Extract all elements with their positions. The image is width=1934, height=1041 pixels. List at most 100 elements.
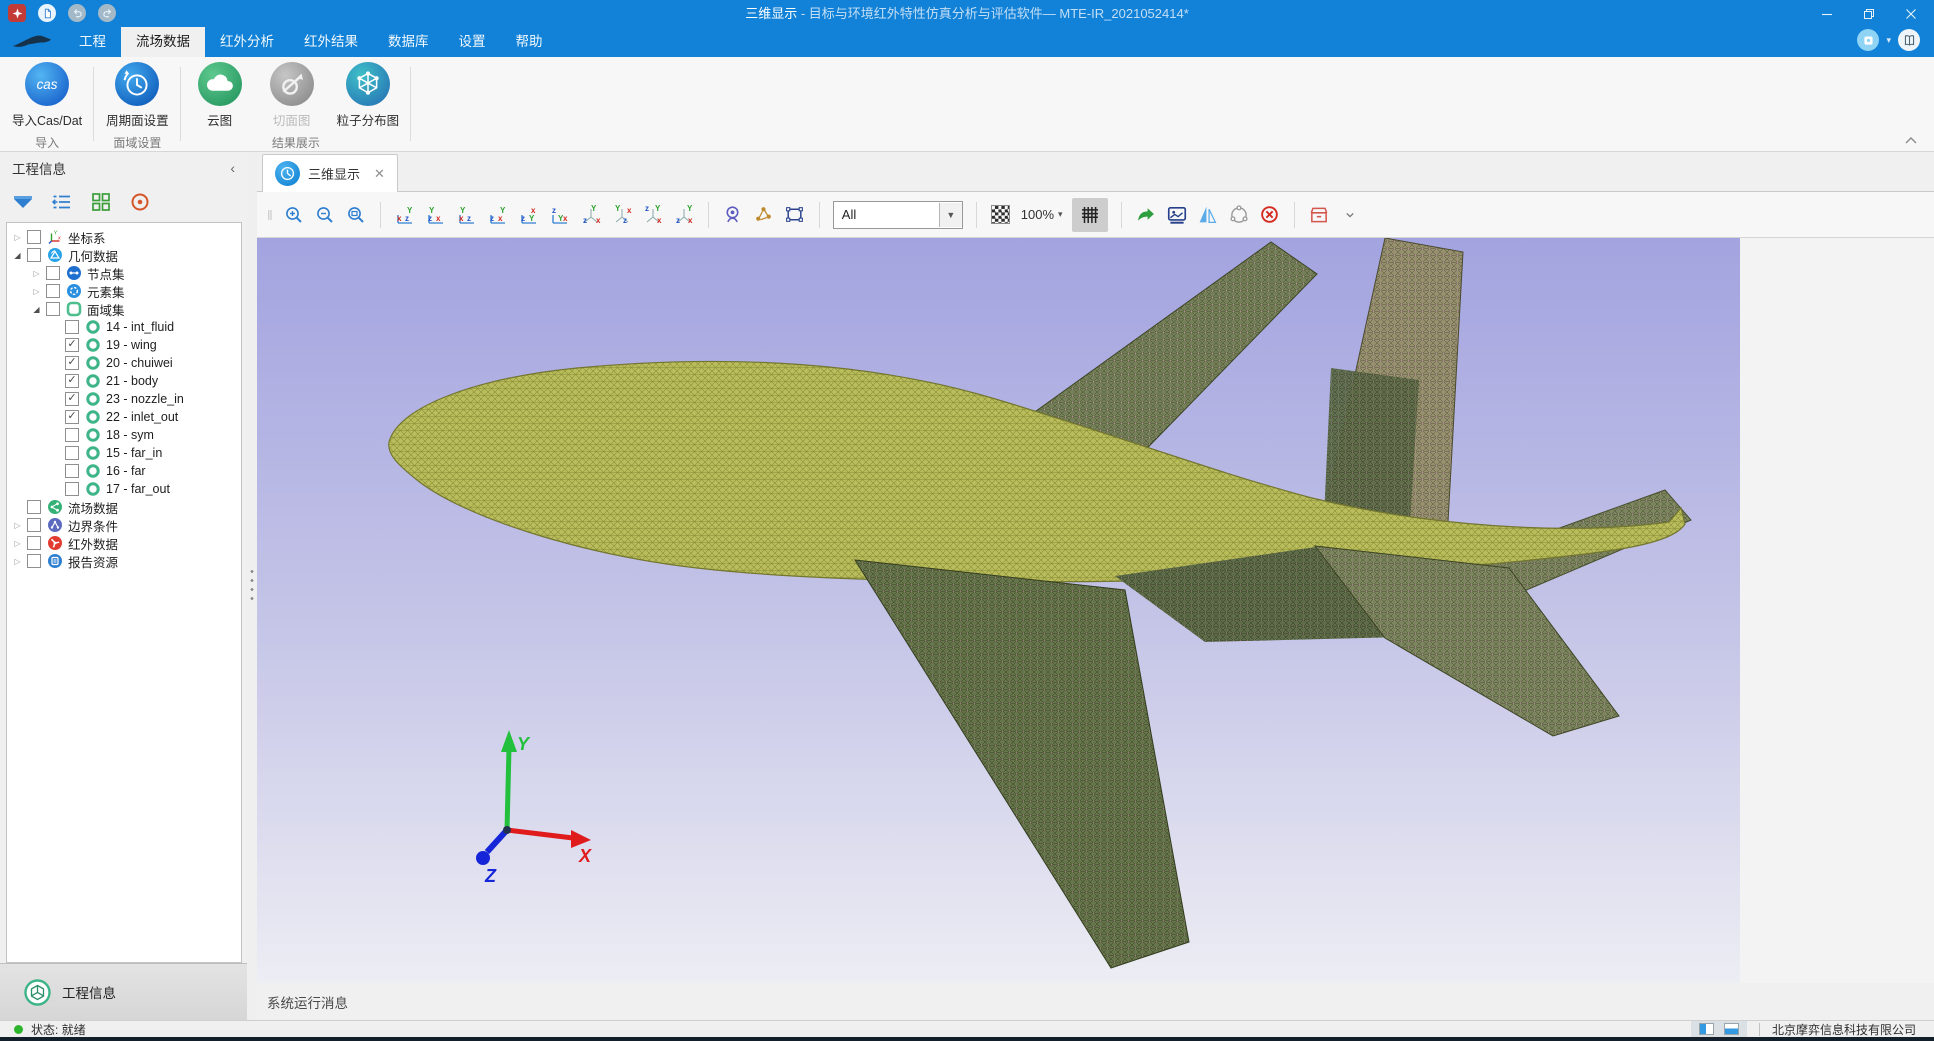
checkbox[interactable]: ✓ bbox=[65, 392, 79, 406]
viewport-3d[interactable]: Y X Z bbox=[257, 238, 1740, 983]
view-iso-2-icon[interactable]: Yxz bbox=[611, 204, 633, 226]
expand-arrow[interactable]: ▷ bbox=[30, 269, 43, 278]
filter-icon[interactable] bbox=[12, 191, 34, 213]
tree-item[interactable]: 18 - sym bbox=[7, 426, 241, 444]
checkbox[interactable] bbox=[27, 230, 41, 244]
menu-item-tab[interactable]: 红外结果 bbox=[289, 27, 373, 57]
locate-icon[interactable] bbox=[129, 191, 151, 213]
display-filter-select[interactable]: All▼ bbox=[833, 201, 963, 229]
tree-item[interactable]: ✓21 - body bbox=[7, 372, 241, 390]
checkbox[interactable] bbox=[46, 302, 60, 316]
close-button[interactable] bbox=[1890, 0, 1932, 27]
ribbon-button[interactable]: cas导入Cas/Dat bbox=[8, 62, 86, 129]
grid-view-icon[interactable] bbox=[90, 191, 112, 213]
menu-item-tab[interactable]: 数据库 bbox=[373, 27, 444, 57]
view-top-icon[interactable]: xzY bbox=[518, 204, 540, 226]
checkbox[interactable]: ✓ bbox=[65, 356, 79, 370]
package-icon[interactable] bbox=[1308, 204, 1330, 226]
tree-item[interactable]: 流场数据 bbox=[7, 498, 241, 516]
style-icon[interactable] bbox=[1898, 29, 1920, 51]
clear-icon[interactable] bbox=[1259, 204, 1281, 226]
tree-item[interactable]: ▷红外数据 bbox=[7, 534, 241, 552]
panel-splitter[interactable] bbox=[247, 152, 257, 1020]
view-iso-1-icon[interactable]: Yzx bbox=[580, 204, 602, 226]
view-back-icon[interactable]: Yzx bbox=[425, 204, 447, 226]
toolbar-grip[interactable]: ‖ bbox=[267, 207, 274, 223]
ribbon-button[interactable]: 云图 bbox=[189, 62, 251, 129]
probe-icon[interactable] bbox=[722, 204, 744, 226]
ribbon-collapse-icon[interactable] bbox=[1904, 135, 1918, 145]
tree-item[interactable]: ▷节点集 bbox=[7, 264, 241, 282]
expand-arrow[interactable]: ▷ bbox=[11, 539, 24, 548]
checkbox[interactable]: ✓ bbox=[65, 410, 79, 424]
transparency-icon[interactable] bbox=[990, 204, 1012, 226]
view-iso-4-icon[interactable]: zYx bbox=[673, 204, 695, 226]
menu-item-tab[interactable]: 红外分析 bbox=[205, 27, 289, 57]
checkbox[interactable] bbox=[27, 518, 41, 532]
panel-collapse-icon[interactable]: ‹ bbox=[230, 160, 235, 176]
checkbox[interactable] bbox=[65, 482, 79, 496]
zoom-fit-icon[interactable] bbox=[345, 204, 367, 226]
menu-item-tab[interactable]: 设置 bbox=[444, 27, 501, 57]
new-document-icon[interactable] bbox=[38, 4, 56, 22]
expand-arrow[interactable]: ▷ bbox=[30, 287, 43, 296]
checkbox[interactable] bbox=[46, 266, 60, 280]
expand-arrow[interactable]: ◢ bbox=[30, 305, 43, 314]
mesh-toggle-icon[interactable] bbox=[1072, 198, 1108, 232]
panel-footer-tab[interactable]: 工程信息 bbox=[0, 963, 247, 1020]
expand-arrow[interactable]: ▷ bbox=[11, 557, 24, 566]
expand-arrow[interactable]: ▷ bbox=[11, 521, 24, 530]
view-left-icon[interactable]: Yxz bbox=[456, 204, 478, 226]
select-region-icon[interactable] bbox=[784, 204, 806, 226]
tree-item[interactable]: ▷元素集 bbox=[7, 282, 241, 300]
mirror-icon[interactable] bbox=[1197, 204, 1219, 226]
zoom-out-icon[interactable] bbox=[314, 204, 336, 226]
expand-arrow[interactable]: ◢ bbox=[11, 251, 24, 260]
tree-item[interactable]: 17 - far_out bbox=[7, 480, 241, 498]
redo-icon[interactable] bbox=[98, 4, 116, 22]
menu-item-tab[interactable]: 工程 bbox=[64, 27, 121, 57]
tab-3d-view[interactable]: 三维显示 ✕ bbox=[262, 154, 398, 192]
checkbox[interactable]: ✓ bbox=[65, 374, 79, 388]
undo-icon[interactable] bbox=[68, 4, 86, 22]
splitter-handle[interactable] bbox=[250, 567, 254, 603]
checkbox[interactable] bbox=[65, 428, 79, 442]
tab-close-icon[interactable]: ✕ bbox=[374, 166, 385, 182]
checkbox[interactable] bbox=[27, 554, 41, 568]
menu-item-tab[interactable]: 帮助 bbox=[501, 27, 558, 57]
list-view-icon[interactable] bbox=[51, 191, 73, 213]
checkbox[interactable] bbox=[46, 284, 60, 298]
checkbox[interactable]: ✓ bbox=[65, 338, 79, 352]
skin-dropdown-caret[interactable]: ▾ bbox=[1886, 35, 1891, 46]
skin-icon[interactable] bbox=[1857, 29, 1879, 51]
checkbox[interactable] bbox=[27, 248, 41, 262]
tree-item[interactable]: ◢几何数据 bbox=[7, 246, 241, 264]
layout-left-icon[interactable] bbox=[1699, 1023, 1714, 1035]
tree-item[interactable]: ✓22 - inlet_out bbox=[7, 408, 241, 426]
more-dropdown-icon[interactable] bbox=[1339, 204, 1361, 226]
menu-item-active[interactable]: 流场数据 bbox=[121, 27, 205, 57]
expand-arrow[interactable]: ▷ bbox=[11, 233, 24, 242]
clip-sphere-icon[interactable] bbox=[1228, 204, 1250, 226]
tree-item[interactable]: 14 - int_fluid bbox=[7, 318, 241, 336]
particle-trace-icon[interactable] bbox=[753, 204, 775, 226]
checkbox[interactable] bbox=[65, 446, 79, 460]
tree-item[interactable]: ✓23 - nozzle_in bbox=[7, 390, 241, 408]
view-iso-3-icon[interactable]: zYx bbox=[642, 204, 664, 226]
snapshot-icon[interactable] bbox=[1166, 204, 1188, 226]
tree-item[interactable]: ✓20 - chuiwei bbox=[7, 354, 241, 372]
tree-item[interactable]: ▷边界条件 bbox=[7, 516, 241, 534]
checkbox[interactable] bbox=[65, 320, 79, 334]
zoom-in-icon[interactable] bbox=[283, 204, 305, 226]
combo-dropdown-button[interactable]: ▼ bbox=[939, 203, 962, 227]
layout-bottom-icon[interactable] bbox=[1724, 1023, 1739, 1035]
checkbox[interactable] bbox=[65, 464, 79, 478]
view-front-icon[interactable]: Yxz bbox=[394, 204, 416, 226]
checkbox[interactable] bbox=[27, 536, 41, 550]
ribbon-button[interactable]: 粒子分布图 bbox=[333, 62, 404, 129]
view-right-icon[interactable]: Yzx bbox=[487, 204, 509, 226]
zoom-level-dropdown[interactable]: 100%▾ bbox=[1021, 207, 1063, 222]
tree-item[interactable]: ▷报告资源 bbox=[7, 552, 241, 570]
view-bottom-icon[interactable]: zYx bbox=[549, 204, 571, 226]
export-icon[interactable] bbox=[1135, 204, 1157, 226]
